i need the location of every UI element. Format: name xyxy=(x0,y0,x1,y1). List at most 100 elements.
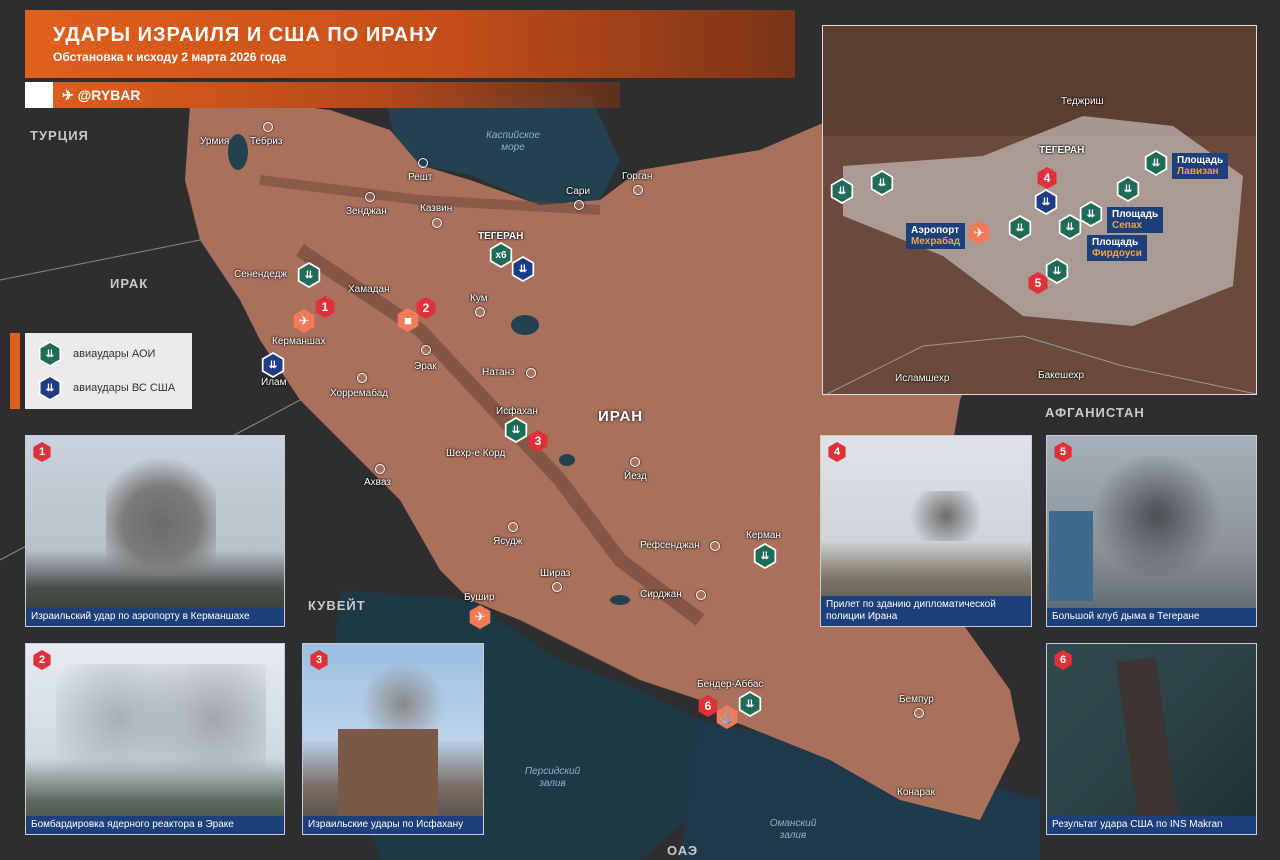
city-pin xyxy=(508,522,518,532)
persian-gulf-label: Персидский залив xyxy=(524,766,581,789)
city-pin xyxy=(633,185,643,195)
city-pin xyxy=(710,541,720,551)
city-hamadan: Хамадан xyxy=(348,284,390,295)
airport-line2: Мехрабад xyxy=(911,236,961,247)
photo-caption-3: Израильские удары по Исфахану xyxy=(303,816,483,834)
city-sanandaj: Сенендедж xyxy=(234,269,288,280)
photo-badge-4: 4 xyxy=(828,442,846,462)
city-bandar-abbas: Бендер-Аббас xyxy=(697,679,764,690)
caspian-sea-label: Каспийское море xyxy=(486,130,540,153)
page-subtitle: Обстановка к исходу 2 марта 2026 года xyxy=(53,50,287,64)
city-yasuj: Ясудж xyxy=(493,536,523,547)
city-sari: Сари xyxy=(566,186,591,197)
city-pin xyxy=(630,457,640,467)
legend: ⇊ авиаудары АОИ ⇊ авиаудары ВС США xyxy=(25,333,192,409)
city-pin xyxy=(526,368,536,378)
photo-panel-6[interactable]: 6 Результат удара США по INS Makran xyxy=(1046,643,1257,835)
photo-badge-1: 1 xyxy=(33,442,51,462)
qr-code-icon xyxy=(25,82,53,108)
city-gorgan: Горган xyxy=(622,171,653,182)
telegram-icon: ✈ xyxy=(62,87,78,103)
label-mehrabad-airport: Аэропорт Мехрабад xyxy=(906,223,966,249)
label-lavizan-square: Площадь Лавизан xyxy=(1172,153,1229,179)
city-pin xyxy=(475,307,485,317)
photo-caption-5: Большой клуб дыма в Тегеране xyxy=(1047,608,1256,626)
country-uae: ОАЭ xyxy=(667,843,699,858)
photo-panel-1[interactable]: 1 Израильский удар по аэропорту в Керман… xyxy=(25,435,285,627)
city-arak: Эрак xyxy=(414,361,437,372)
city-konarak: Конарак xyxy=(897,787,935,798)
city-pin xyxy=(357,373,367,383)
city-rafsanjan: Рефсенджан xyxy=(640,540,700,551)
city-pin xyxy=(432,218,442,228)
city-rasht: Решт xyxy=(408,172,433,183)
city-pin xyxy=(365,192,375,202)
lavizan-line1: Площадь xyxy=(1177,155,1224,166)
city-qom: Кум xyxy=(470,293,488,304)
photo-caption-6: Результат удара США по INS Makran xyxy=(1047,816,1256,834)
telegram-handle[interactable]: ✈ @RYBAR xyxy=(62,87,141,104)
smoke-image xyxy=(901,491,991,541)
label-sepah-square: Площадь Сепах xyxy=(1107,207,1164,233)
city-tehran: ТЕГЕРАН xyxy=(478,231,524,242)
city-pin xyxy=(421,345,431,355)
country-iraq: ИРАК xyxy=(110,276,149,291)
photo-badge-5: 5 xyxy=(1054,442,1072,462)
legend-us: авиаудары ВС США xyxy=(73,382,176,394)
city-bushehr: Бушир xyxy=(464,592,495,603)
inset-tajrish: Теджриш xyxy=(1061,96,1104,107)
city-tabriz: Тебриз xyxy=(250,136,283,147)
photo-panel-3[interactable]: 3 Израильские удары по Исфахану xyxy=(302,643,484,835)
photo-panel-5[interactable]: 5 Большой клуб дыма в Тегеране xyxy=(1046,435,1257,627)
label-ferdowsi-square: Площадь Фирдоуси xyxy=(1087,235,1147,261)
city-yazd: Йезд xyxy=(624,471,647,482)
city-pin xyxy=(375,464,385,474)
sepah-line2: Сепах xyxy=(1112,220,1142,231)
photo-badge-6: 6 xyxy=(1054,650,1072,670)
city-pin xyxy=(552,582,562,592)
photo-caption-2: Бомбардировка ядерного реактора в Эраке xyxy=(26,816,284,834)
inset-eslamshahr: Исламшехр xyxy=(895,373,950,384)
photo-badge-2: 2 xyxy=(33,650,51,670)
city-kerman: Керман xyxy=(746,530,781,541)
ship-image xyxy=(1116,656,1178,822)
handle-text: @RYBAR xyxy=(77,87,141,103)
header-banner: УДАРЫ ИЗРАИЛЯ И США ПО ИРАНУ Обстановка … xyxy=(25,10,795,78)
city-pin xyxy=(574,200,584,210)
photo-panel-2[interactable]: 2 Бомбардировка ядерного реактора в Эрак… xyxy=(25,643,285,835)
city-pin xyxy=(696,590,706,600)
inset-tehran: ТЕГЕРАН xyxy=(1039,145,1085,156)
sepah-line1: Площадь xyxy=(1112,209,1159,220)
photo-caption-1: Израильский удар по аэропорту в Керманша… xyxy=(26,608,284,626)
inset-bagershahr: Бакешехр xyxy=(1038,370,1085,381)
country-kuwait: КУВЕЙТ xyxy=(308,598,366,613)
city-shahrekord: Шехр-е Корд xyxy=(446,448,506,459)
lavizan-line2: Лавизан xyxy=(1177,166,1219,177)
country-afghanistan: АФГАНИСТАН xyxy=(1045,405,1145,420)
photo-caption-4: Прилет по зданию дипломатической полиции… xyxy=(821,596,1031,626)
ferdowsi-line2: Фирдоуси xyxy=(1092,248,1142,259)
photo-badge-3: 3 xyxy=(310,650,328,670)
city-zanjan: Зенджан xyxy=(346,206,387,217)
legend-accent xyxy=(10,333,20,409)
tehran-inset-map: Теджриш ТЕГЕРАН Исламшехр Бакешехр Аэроп… xyxy=(822,25,1257,395)
smoke-image xyxy=(1087,456,1227,576)
city-ilam: Илам xyxy=(261,377,287,388)
photo-panel-4[interactable]: 4 Прилет по зданию дипломатической полиц… xyxy=(820,435,1032,627)
country-turkey: ТУРЦИЯ xyxy=(30,128,89,143)
country-iran: ИРАН xyxy=(598,408,644,425)
oman-gulf-label: Оманский залив xyxy=(769,818,817,841)
city-shiraz: Шираз xyxy=(540,568,571,579)
page-title: УДАРЫ ИЗРАИЛЯ И США ПО ИРАНУ xyxy=(53,24,439,46)
city-ahvaz: Ахваз xyxy=(364,477,391,488)
city-pin xyxy=(418,158,428,168)
ferdowsi-line1: Площадь xyxy=(1092,237,1139,248)
city-qazvin: Казвин xyxy=(420,203,453,214)
city-sirjan: Сирджан xyxy=(640,589,682,600)
city-pin xyxy=(914,708,924,718)
city-natanz: Натанз xyxy=(482,367,515,378)
tehran-x6-label: х6 xyxy=(491,244,511,266)
city-khorramabad: Хорремабад xyxy=(330,388,389,399)
idf-strike-icon: ⇊ xyxy=(38,341,62,367)
smoke-image xyxy=(56,664,266,774)
